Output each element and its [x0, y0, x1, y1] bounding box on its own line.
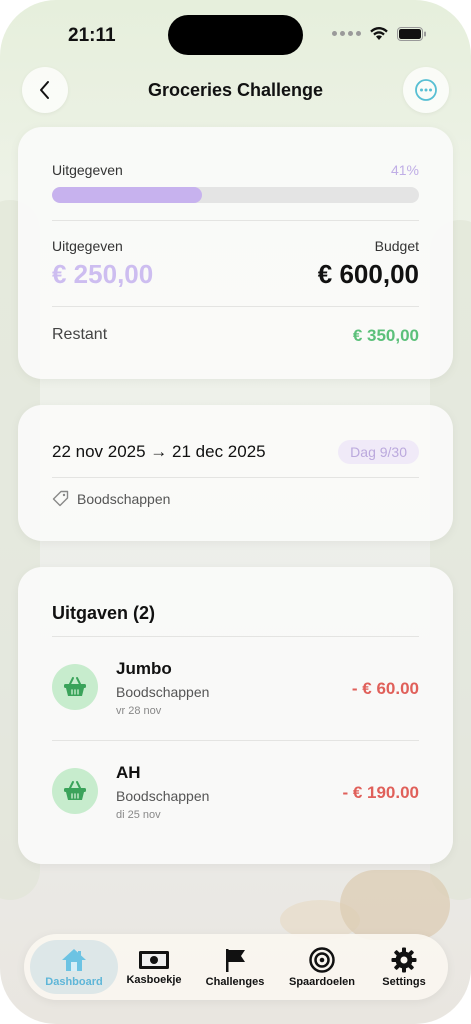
remaining-amount: € 350,00 — [352, 326, 419, 345]
period-card: 22 nov 2025 → 21 dec 2025 Dag 9/30 Boods… — [18, 405, 453, 541]
flag-icon — [226, 948, 245, 972]
expense-category: Boodschappen — [116, 684, 210, 700]
status-icons — [332, 26, 427, 41]
expense-name: AH — [116, 763, 141, 782]
budget-caption: Budget — [374, 238, 419, 254]
expense-name: Jumbo — [116, 659, 172, 678]
spent-caption: Uitgegeven — [52, 238, 123, 254]
divider — [52, 740, 419, 741]
target-icon — [309, 946, 335, 973]
dynamic-island — [168, 15, 303, 55]
expense-row[interactable]: Jumbo Boodschappen vr 28 nov - € 60.00 — [18, 647, 453, 741]
progress-label: Uitgegeven — [52, 162, 123, 178]
more-circle-icon — [415, 79, 437, 101]
expenses-title: Uitgaven (2) — [52, 603, 156, 623]
signal-dots-icon — [332, 31, 361, 36]
expense-date: di 25 nov — [116, 809, 161, 821]
divider — [52, 636, 419, 637]
expense-category: Boodschappen — [116, 788, 210, 804]
budget-card: Uitgegeven 41% Uitgegeven Budget € 250,0… — [18, 127, 453, 379]
home-icon — [62, 948, 86, 971]
spent-amount: € 250,00 — [52, 259, 154, 289]
progress-fill — [52, 187, 203, 203]
tab-bar: Dashboard Kasboekje Challenges Spaardoel… — [24, 934, 448, 1000]
progress-bar — [52, 187, 419, 203]
gear-icon — [391, 947, 417, 972]
divider — [52, 477, 419, 478]
expense-row[interactable]: AH Boodschappen di 25 nov - € 190.00 — [18, 751, 453, 845]
progress-percent: 41% — [390, 162, 419, 178]
expense-amount: - € 60.00 — [351, 679, 419, 698]
tab-dashboard[interactable]: Dashboard — [30, 940, 118, 994]
tab-label: Settings — [382, 975, 426, 988]
day-badge: Dag 9/30 — [338, 440, 419, 464]
budget-amount: € 600,00 — [317, 259, 419, 289]
divider — [52, 220, 419, 221]
basket-icon — [52, 664, 98, 710]
date-range: 22 nov 2025 → 21 dec 2025 — [52, 442, 266, 461]
tab-settings[interactable]: Settings — [372, 934, 436, 1000]
status-time: 21:11 — [68, 25, 116, 46]
divider — [52, 306, 419, 307]
tab-label: Challenges — [205, 975, 265, 988]
banknote-icon — [139, 950, 169, 969]
expenses-card: Uitgaven (2) Jumbo Boodschappen vr 28 no… — [18, 567, 453, 864]
page-title: Groceries Challenge — [147, 80, 324, 100]
basket-icon — [52, 768, 98, 814]
wifi-icon — [370, 27, 388, 40]
remaining-label: Restant — [52, 326, 108, 343]
status-bar: 21:11 — [0, 0, 471, 70]
tab-label: Dashboard — [45, 975, 103, 988]
more-options-button[interactable] — [403, 67, 449, 113]
tab-kasboekje[interactable]: Kasboekje — [120, 934, 188, 1000]
battery-icon — [397, 26, 426, 41]
tag-icon — [52, 490, 69, 507]
tab-spaardoelen[interactable]: Spaardoelen — [282, 934, 362, 1000]
expense-date: vr 28 nov — [116, 705, 162, 717]
app-screen: 21:11 Groceries Challenge Uitgegeven 41%… — [0, 0, 471, 1024]
tab-challenges[interactable]: Challenges — [200, 934, 270, 1000]
expense-amount: - € 190.00 — [342, 783, 419, 802]
background-squirrel — [340, 870, 450, 940]
tab-label: Spaardoelen — [288, 975, 356, 988]
tab-label: Kasboekje — [126, 973, 182, 986]
category-label: Boodschappen — [77, 490, 171, 507]
